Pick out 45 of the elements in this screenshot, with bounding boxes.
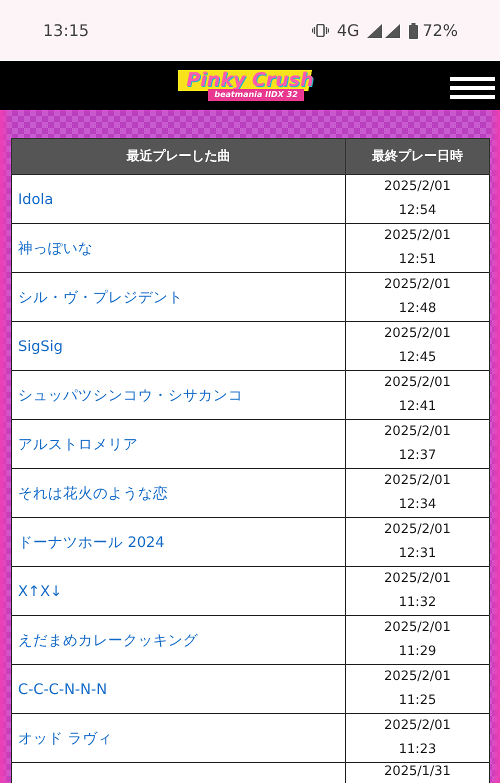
signal-icon bbox=[367, 24, 402, 38]
song-link[interactable]: ドーナツホール 2024 bbox=[18, 534, 165, 551]
battery-percent: 72% bbox=[422, 20, 458, 42]
play-time: 12:54 bbox=[398, 202, 438, 220]
play-date: 2025/2/01 bbox=[383, 619, 452, 637]
play-time: 11:32 bbox=[398, 594, 438, 612]
play-time: 12:31 bbox=[398, 545, 438, 563]
play-time: 11:23 bbox=[398, 741, 438, 759]
song-link[interactable]: アルストロメリア bbox=[18, 436, 138, 453]
song-link[interactable]: C-C-C-N-N-N bbox=[18, 682, 108, 698]
song-link[interactable]: SigSig bbox=[18, 338, 63, 355]
song-link[interactable]: シル・ヴ・プレジデント bbox=[18, 290, 183, 306]
battery-icon bbox=[409, 22, 418, 38]
play-date: 2025/2/01 bbox=[383, 668, 452, 686]
play-date: 2025/2/01 bbox=[383, 276, 452, 294]
play-date: 2025/2/01 bbox=[383, 227, 452, 245]
play-time: 12:37 bbox=[398, 447, 438, 465]
song-link[interactable]: えだまめカレークッキング bbox=[18, 632, 198, 649]
play-time: 12:41 bbox=[398, 398, 438, 416]
play-time: 12:51 bbox=[398, 251, 438, 269]
song-link[interactable]: X↑X↓ bbox=[18, 584, 62, 600]
play-date: 2025/2/01 bbox=[383, 374, 452, 392]
column-header: 最近プレーした曲 bbox=[12, 138, 346, 174]
song-link[interactable]: Idola bbox=[18, 192, 54, 208]
play-date: 2025/2/01 bbox=[383, 325, 452, 343]
play-date: 2025/2/01 bbox=[383, 178, 452, 196]
status-time: 13:15 bbox=[43, 20, 90, 42]
song-link[interactable]: 神っぽいな bbox=[18, 240, 93, 257]
play-time: 12:34 bbox=[398, 496, 438, 514]
column-header: 最終プレー日時 bbox=[346, 138, 490, 174]
play-time: 12:48 bbox=[398, 300, 438, 318]
play-date: 2025/2/01 bbox=[383, 570, 452, 588]
play-date: 2025/1/31 bbox=[383, 763, 452, 781]
song-link[interactable]: それは花火のような恋 bbox=[18, 486, 168, 502]
play-date: 2025/2/01 bbox=[383, 717, 452, 735]
play-date: 2025/2/01 bbox=[383, 521, 452, 539]
play-date: 2025/2/01 bbox=[383, 472, 452, 490]
play-time: 11:29 bbox=[398, 643, 438, 661]
play-time: 12:45 bbox=[398, 349, 438, 367]
network-label: 4G bbox=[336, 20, 360, 42]
vibrate-icon bbox=[312, 24, 329, 37]
song-link[interactable]: オッド ラヴィ bbox=[18, 730, 113, 747]
play-date: 2025/2/01 bbox=[383, 423, 452, 441]
play-time: 11:25 bbox=[398, 692, 438, 710]
logo-subtitle: beatmania IIDX 32 bbox=[208, 89, 304, 101]
